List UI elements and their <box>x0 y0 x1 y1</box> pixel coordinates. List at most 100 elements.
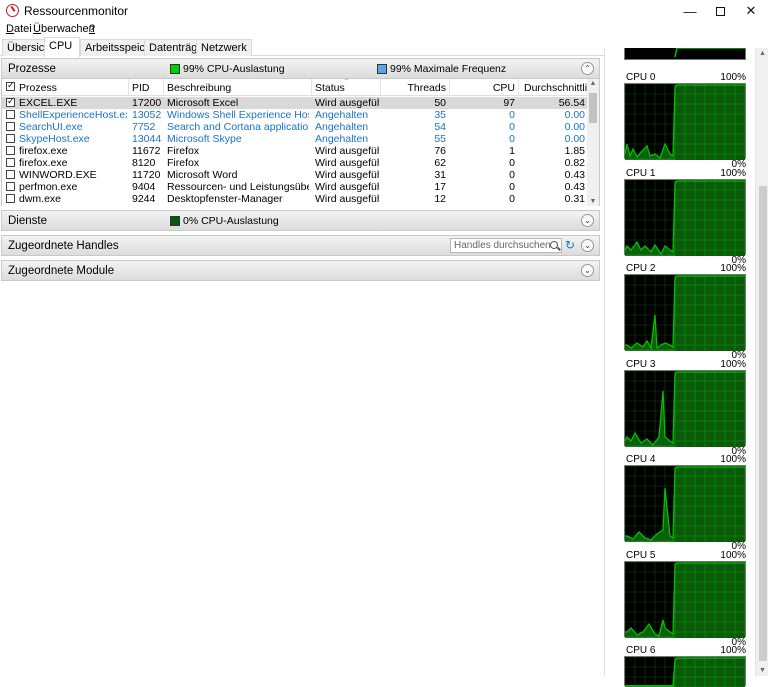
cell-name: audiodg.exe <box>19 205 127 206</box>
tab-cpu[interactable]: CPU <box>44 37 80 57</box>
close-button[interactable]: ✕ <box>733 0 768 22</box>
cell-pid: 11720 <box>132 169 161 181</box>
search-icon[interactable] <box>550 241 558 249</box>
cell-pid: 7752 <box>132 121 156 133</box>
left-panel: Prozesse 99% CPU-Auslastung 99% Maximale… <box>0 56 604 676</box>
cell-desc: Search and Cortana application <box>167 121 309 133</box>
menu-help[interactable]: ? <box>89 23 95 35</box>
table-row[interactable]: SkypeHost.exe 13044 Microsoft Skype Angehal… <box>2 133 588 145</box>
cell-name: SearchUI.exe <box>19 121 83 133</box>
cpu-name: CPU 5 <box>626 549 656 561</box>
table-row[interactable]: EXCEL.EXE 17200 Microsoft Excel Wird ausgef… <box>2 96 588 109</box>
scroll-up-icon[interactable]: ▲ <box>759 50 766 57</box>
row-checkbox[interactable] <box>6 182 15 191</box>
cpu-name: CPU 6 <box>626 645 656 656</box>
cell-threads: 12 <box>434 193 446 205</box>
cell-pid: 13052 <box>132 109 162 121</box>
cell-threads: 35 <box>434 109 446 121</box>
table-scrollbar[interactable]: ▲ ▼ <box>587 79 599 206</box>
table-row[interactable]: ShellExperienceHost.exe 13052 Windows Shel… <box>2 109 588 121</box>
expand-chevron-icon[interactable]: ⌄ <box>581 239 594 252</box>
dienste-header[interactable]: Dienste 0% CPU-Auslastung ⌄ <box>1 210 600 231</box>
table-row[interactable]: firefox.exe 11672 Firefox Wird ausgeführt 76… <box>2 145 588 157</box>
cell-status: Angehalten <box>315 121 369 133</box>
select-all-checkbox[interactable] <box>6 80 15 91</box>
scrollbar-thumb[interactable] <box>589 93 597 123</box>
cell-desc: Desktopfenster-Manager <box>167 193 283 205</box>
cell-avg: 0.82 <box>564 157 585 169</box>
col-threads[interactable]: Threads <box>382 82 446 94</box>
scroll-up-icon[interactable]: ▲ <box>589 80 597 87</box>
handles-title: Zugeordnete Handles <box>8 240 119 252</box>
col-prozess[interactable]: Prozess <box>19 82 57 94</box>
cpu-max-label: 100% <box>720 645 746 656</box>
cpu-usage-graph <box>624 369 746 447</box>
cell-cpu: 0 <box>509 169 515 181</box>
cell-desc: Microsoft Excel <box>167 97 239 109</box>
handles-header[interactable]: Zugeordnete Handles Handles durchsuchen … <box>1 235 600 256</box>
tab-netzwerk[interactable]: Netzwerk <box>196 39 252 56</box>
cell-desc: Firefox <box>167 145 200 157</box>
green-square-icon <box>170 64 180 74</box>
cell-pid: 11672 <box>132 145 161 157</box>
table-row[interactable]: audiodg.exe 11784 Windows-Audiogeräte-Grap… <box>2 205 588 206</box>
col-beschreibung[interactable]: Beschreibung <box>167 82 231 94</box>
scroll-down-icon[interactable]: ▼ <box>759 667 766 674</box>
cell-cpu: 97 <box>503 97 515 109</box>
cell-cpu: 0 <box>509 193 515 205</box>
cpu-max-label: 100% <box>720 454 746 465</box>
blue-square-icon <box>377 64 387 74</box>
cell-status: Wird ausgeführt <box>315 193 379 205</box>
row-checkbox[interactable] <box>6 96 15 107</box>
cell-cpu: 0 <box>509 157 515 169</box>
row-checkbox[interactable] <box>6 134 15 143</box>
scroll-down-icon[interactable]: ▼ <box>589 198 597 205</box>
cell-pid: 13044 <box>132 133 162 145</box>
col-durchschnitt[interactable]: Durchschnittlic... <box>524 82 588 94</box>
handles-search-input[interactable]: Handles durchsuchen <box>450 238 562 253</box>
menu-datei[interactable]: Datei <box>6 23 32 35</box>
graphs-scrollbar[interactable]: ▲ ▼ <box>755 48 768 676</box>
expand-chevron-icon[interactable]: ⌄ <box>581 264 594 277</box>
cell-status: Angehalten <box>315 133 369 145</box>
row-checkbox[interactable] <box>6 158 15 167</box>
cpu-usage-graph <box>624 560 746 638</box>
prozesse-header[interactable]: Prozesse 99% CPU-Auslastung 99% Maximale… <box>1 58 600 79</box>
process-table: Prozess PID Beschreibung Status ⌃ Thread… <box>1 79 600 206</box>
cpu-graphs-panel: CPU 0 100% 0% CPU 1 100% 0% CPU 2 100% 0% CPU … <box>604 48 768 687</box>
cpu-max-label: 100% <box>720 167 746 179</box>
cpu-name: CPU 1 <box>626 167 656 179</box>
col-status[interactable]: Status <box>315 82 345 94</box>
cell-avg: 1.85 <box>564 145 585 157</box>
refresh-icon[interactable]: ↻ <box>564 239 576 252</box>
cell-desc: Windows Shell Experience Host <box>167 109 309 121</box>
row-checkbox[interactable] <box>6 110 15 119</box>
title-bar: Ressourcenmonitor — ✕ <box>0 0 768 22</box>
row-checkbox[interactable] <box>6 122 15 131</box>
cell-threads: 55 <box>434 133 446 145</box>
col-cpu[interactable]: CPU <box>451 82 515 94</box>
module-header[interactable]: Zugeordnete Module ⌄ <box>1 260 600 281</box>
table-row[interactable]: WINWORD.EXE 11720 Microsoft Word Wird ausge… <box>2 169 588 181</box>
row-checkbox[interactable] <box>6 194 15 203</box>
cell-pid: 11784 <box>132 205 162 206</box>
row-checkbox[interactable] <box>6 146 15 155</box>
menu-ueberwachen[interactable]: Überwachen <box>33 23 95 35</box>
table-row[interactable]: dwm.exe 9244 Desktopfenster-Manager Wird au… <box>2 193 588 205</box>
scrollbar-thumb[interactable] <box>759 186 767 661</box>
cell-cpu: 1 <box>509 145 515 157</box>
collapse-chevron-icon[interactable]: ⌃ <box>581 62 594 75</box>
col-pid[interactable]: PID <box>132 82 150 94</box>
cell-threads: 17 <box>434 181 446 193</box>
cell-threads: 54 <box>434 121 446 133</box>
module-title: Zugeordnete Module <box>8 265 115 277</box>
cell-avg: 0.00 <box>564 121 585 133</box>
table-row[interactable]: firefox.exe 8120 Firefox Wird ausgeführt 62 0… <box>2 157 588 169</box>
table-row[interactable]: perfmon.exe 9404 Ressourcen- und Leistungs… <box>2 181 588 193</box>
table-row[interactable]: SearchUI.exe 7752 Search and Cortana appli… <box>2 121 588 133</box>
expand-chevron-icon[interactable]: ⌄ <box>581 214 594 227</box>
dienste-cpu-badge: 0% CPU-Auslastung <box>170 215 279 227</box>
row-checkbox[interactable] <box>6 170 15 179</box>
dienste-title: Dienste <box>8 215 47 227</box>
maximize-icon <box>715 6 725 16</box>
